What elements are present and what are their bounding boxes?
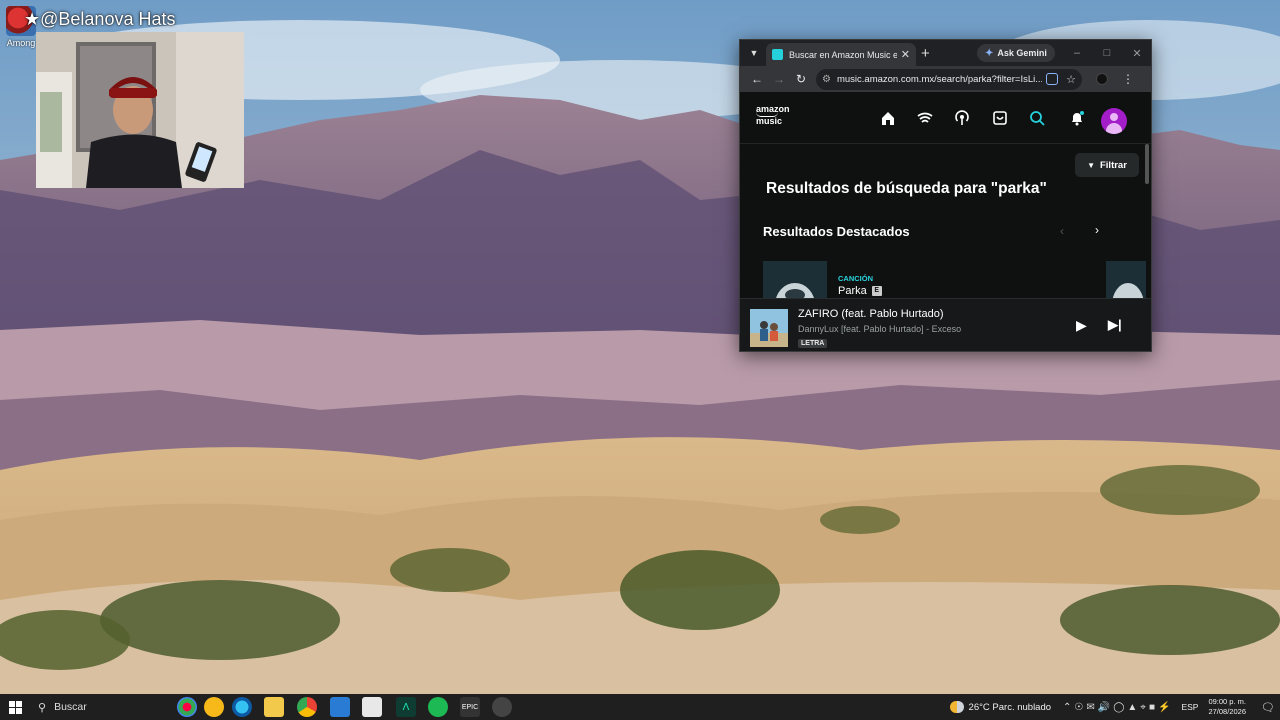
weather-widget[interactable]: 26°C Parc. nublado xyxy=(949,701,1052,713)
weather-text: 26°C Parc. nublado xyxy=(968,701,1052,713)
tab-search-button[interactable]: ▼ xyxy=(745,44,763,62)
browser-window[interactable]: ▼ Buscar en Amazon Music ex ✕ + ✦ Ask Ge… xyxy=(739,39,1152,352)
now-playing-artist[interactable]: DannyLux [feat. Pablo Hurtado] - Exceso xyxy=(798,324,961,334)
browser-menu-icon[interactable]: ⋮ xyxy=(1122,72,1134,86)
library-icon[interactable] xyxy=(990,108,1010,128)
results-title: Resultados de búsqueda para "parka" xyxy=(766,180,1047,197)
url-text: music.amazon.com.mx/search/parka?filter=… xyxy=(836,73,1043,85)
now-playing-artwork[interactable] xyxy=(750,309,788,347)
tab-strip: ▼ Buscar en Amazon Music ex ✕ + ✦ Ask Ge… xyxy=(740,40,1151,66)
home-icon[interactable] xyxy=(878,108,898,128)
wave-icon[interactable] xyxy=(915,108,935,128)
ask-gemini-button[interactable]: ✦ Ask Gemini xyxy=(977,44,1055,62)
card-type-label: CANCIÓN xyxy=(838,274,873,283)
minimize-button[interactable]: – xyxy=(1062,40,1092,66)
reload-button[interactable]: ↻ xyxy=(790,68,812,90)
epic-games-icon[interactable]: EPIC xyxy=(460,697,480,717)
maximize-button[interactable]: □ xyxy=(1092,40,1122,66)
taskbar: ⚲ Buscar Λ EPIC 26°C Parc. nublado ⌃☉✉🔊◯… xyxy=(0,694,1280,720)
user-avatar[interactable] xyxy=(1101,108,1127,134)
file-explorer-icon[interactable] xyxy=(264,697,284,717)
stream-overlay-title: ★@Belanova Hats xyxy=(24,9,176,29)
new-tab-button[interactable]: + xyxy=(921,45,930,62)
clock-date: 27/08/2026 xyxy=(1208,707,1246,716)
clock-time: 09:00 p. m. xyxy=(1208,697,1246,706)
arrow-left-icon: ← xyxy=(751,72,763,86)
desktop-icon-label: Among xyxy=(6,38,36,48)
spotify-icon[interactable] xyxy=(428,697,448,717)
search-icon: ⚲ xyxy=(38,701,47,714)
taskbar-search-label: Buscar xyxy=(54,701,87,713)
close-window-button[interactable]: ✕ xyxy=(1122,40,1151,66)
profile-icon[interactable] xyxy=(1096,73,1108,85)
bookmark-star-icon[interactable]: ☆ xyxy=(1066,73,1076,86)
gemini-sparkle-icon: ✦ xyxy=(985,47,994,59)
mail-icon[interactable] xyxy=(330,697,350,717)
am-header: amazon music xyxy=(740,92,1151,144)
featured-section-title: Resultados Destacados xyxy=(763,224,910,239)
song-artwork[interactable] xyxy=(763,261,827,301)
arrow-right-icon: → xyxy=(773,72,785,86)
amazon-music-page: amazon music ▼ Filtrar Resultados de bús… xyxy=(740,92,1151,351)
chevron-down-icon: ▼ xyxy=(749,48,759,58)
search-icon[interactable] xyxy=(1027,108,1047,128)
close-tab-icon[interactable]: ✕ xyxy=(901,48,910,61)
now-playing-track[interactable]: ZAFIRO (feat. Pablo Hurtado) xyxy=(798,308,944,320)
page-scrollbar[interactable] xyxy=(1145,144,1149,184)
filter-button[interactable]: ▼ Filtrar xyxy=(1075,153,1139,177)
partly-cloudy-icon xyxy=(949,701,964,713)
weather-app-icon[interactable] xyxy=(204,697,224,717)
amazon-music-favicon-icon xyxy=(772,49,783,60)
start-button[interactable] xyxy=(0,694,30,720)
carousel-prev-chevron-icon[interactable]: ‹ xyxy=(1060,224,1064,238)
reload-icon: ↻ xyxy=(795,72,807,86)
chrome-icon[interactable] xyxy=(297,697,317,717)
bell-icon[interactable] xyxy=(1067,108,1087,128)
logo-line-music: music xyxy=(756,116,783,126)
google-lens-icon[interactable] xyxy=(1046,73,1059,85)
filter-funnel-icon: ▼ xyxy=(1087,160,1095,170)
copilot-icon[interactable] xyxy=(177,697,197,717)
carousel-next-chevron-icon[interactable]: › xyxy=(1095,223,1099,237)
browser-tab-active[interactable]: Buscar en Amazon Music ex ✕ xyxy=(766,43,916,66)
explicit-badge: E xyxy=(871,286,882,296)
address-bar[interactable]: ⚙ music.amazon.com.mx/search/parka?filte… xyxy=(816,68,1082,90)
play-icon[interactable]: ▶ xyxy=(1076,317,1087,334)
edge-icon[interactable] xyxy=(232,697,252,717)
next-card-artwork[interactable] xyxy=(1106,261,1146,301)
back-button[interactable]: ← xyxy=(746,68,768,90)
song-card-title[interactable]: Parka E xyxy=(838,285,882,297)
browser-toolbar: ← → ↻ ⚙ music.amazon.com.mx/search/parka… xyxy=(740,66,1151,92)
amazon-music-logo[interactable]: amazon music xyxy=(756,105,790,126)
now-playing-bar: ZAFIRO (feat. Pablo Hurtado) DannyLux [f… xyxy=(740,298,1151,351)
obs-icon[interactable] xyxy=(492,697,512,717)
skip-next-icon[interactable]: ▶| xyxy=(1108,317,1122,333)
logo-line-amazon: amazon xyxy=(756,104,790,114)
language-indicator[interactable]: ESP xyxy=(1181,702,1198,712)
podcast-icon[interactable] xyxy=(952,108,972,128)
ask-gemini-label: Ask Gemini xyxy=(997,48,1047,58)
forward-button[interactable]: → xyxy=(768,68,790,90)
notification-icon[interactable]: 🗨 xyxy=(1256,694,1280,720)
webcam-overlay xyxy=(36,32,244,188)
site-info-icon[interactable]: ⚙ xyxy=(822,74,831,85)
tray-icons[interactable]: ⌃☉✉🔊◯▲⌖■⚡ xyxy=(1063,702,1173,713)
lyrics-badge[interactable]: LETRA xyxy=(798,339,828,348)
filter-label: Filtrar xyxy=(1099,159,1127,171)
system-tray: 26°C Parc. nublado ⌃☉✉🔊◯▲⌖■⚡ ESP 09:00 p… xyxy=(949,694,1280,720)
tab-title: Buscar en Amazon Music ex xyxy=(789,49,897,60)
terminal-app-icon[interactable]: Λ xyxy=(396,697,416,717)
windows-logo-icon xyxy=(8,700,22,714)
song-title: Parka xyxy=(838,285,867,297)
taskbar-search[interactable]: ⚲ Buscar xyxy=(30,694,170,720)
store-icon[interactable] xyxy=(362,697,382,717)
taskbar-clock[interactable]: 09:00 p. m. 27/08/2026 xyxy=(1208,697,1246,717)
